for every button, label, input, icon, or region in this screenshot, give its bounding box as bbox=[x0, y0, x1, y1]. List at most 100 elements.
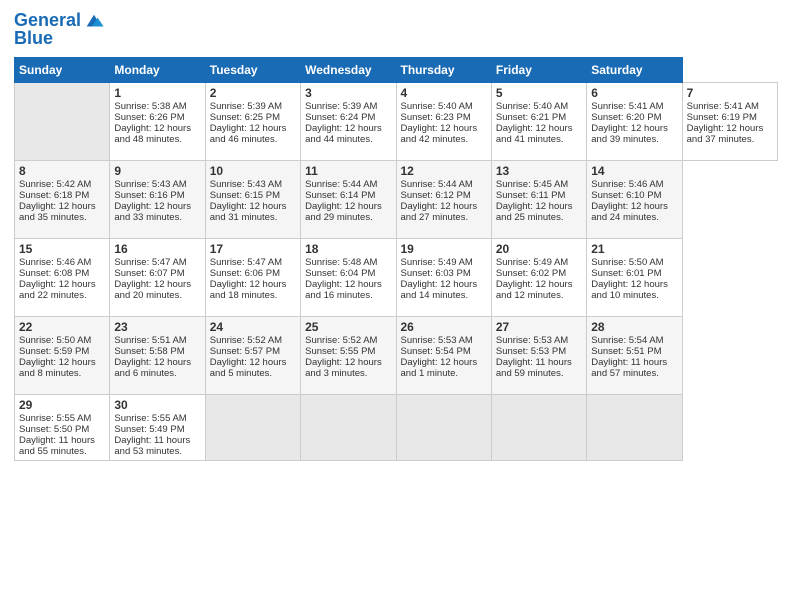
day-number: 25 bbox=[305, 320, 391, 334]
cell-text: Sunset: 6:14 PM bbox=[305, 190, 391, 201]
day-number: 23 bbox=[114, 320, 200, 334]
cell-text: and 1 minute. bbox=[401, 368, 487, 379]
cell-text: Sunset: 5:59 PM bbox=[19, 346, 105, 357]
cell-text: Daylight: 12 hours bbox=[401, 357, 487, 368]
cell-text: Sunrise: 5:52 AM bbox=[210, 335, 296, 346]
cell-text: and 57 minutes. bbox=[591, 368, 677, 379]
cell-text: Sunrise: 5:45 AM bbox=[496, 179, 582, 190]
cell-text: Sunrise: 5:44 AM bbox=[401, 179, 487, 190]
cell-text: Sunrise: 5:43 AM bbox=[114, 179, 200, 190]
cell-text: Sunrise: 5:54 AM bbox=[591, 335, 677, 346]
cell-text: Sunrise: 5:47 AM bbox=[114, 257, 200, 268]
calendar-cell: 18Sunrise: 5:48 AMSunset: 6:04 PMDayligh… bbox=[301, 239, 396, 317]
cell-text: Sunset: 5:54 PM bbox=[401, 346, 487, 357]
cell-text: Daylight: 12 hours bbox=[305, 201, 391, 212]
cell-text: Sunset: 6:16 PM bbox=[114, 190, 200, 201]
calendar-day-header: Saturday bbox=[587, 58, 682, 83]
cell-text: and 22 minutes. bbox=[19, 290, 105, 301]
cell-text: Sunset: 6:10 PM bbox=[591, 190, 677, 201]
cell-text: Sunset: 6:01 PM bbox=[591, 268, 677, 279]
cell-text: Daylight: 11 hours bbox=[496, 357, 582, 368]
cell-text: Sunrise: 5:50 AM bbox=[591, 257, 677, 268]
cell-text: and 8 minutes. bbox=[19, 368, 105, 379]
cell-text: Daylight: 12 hours bbox=[401, 123, 487, 134]
cell-text: Sunrise: 5:48 AM bbox=[305, 257, 391, 268]
cell-text: Sunrise: 5:50 AM bbox=[19, 335, 105, 346]
day-number: 29 bbox=[19, 398, 105, 412]
cell-text: and 16 minutes. bbox=[305, 290, 391, 301]
cell-text: Sunrise: 5:51 AM bbox=[114, 335, 200, 346]
calendar-week-row: 22Sunrise: 5:50 AMSunset: 5:59 PMDayligh… bbox=[15, 317, 778, 395]
day-number: 6 bbox=[591, 86, 677, 100]
cell-text: Daylight: 12 hours bbox=[591, 123, 677, 134]
cell-text: Daylight: 12 hours bbox=[114, 201, 200, 212]
calendar-cell: 27Sunrise: 5:53 AMSunset: 5:53 PMDayligh… bbox=[491, 317, 586, 395]
cell-text: Daylight: 12 hours bbox=[305, 123, 391, 134]
cell-text: Sunset: 6:07 PM bbox=[114, 268, 200, 279]
cell-text: Sunrise: 5:40 AM bbox=[401, 101, 487, 112]
cell-text: Sunset: 5:53 PM bbox=[496, 346, 582, 357]
cell-text: Sunrise: 5:43 AM bbox=[210, 179, 296, 190]
cell-text: Sunset: 6:15 PM bbox=[210, 190, 296, 201]
cell-text: Daylight: 12 hours bbox=[305, 279, 391, 290]
cell-text: and 29 minutes. bbox=[305, 212, 391, 223]
calendar-day-header: Thursday bbox=[396, 58, 491, 83]
day-number: 22 bbox=[19, 320, 105, 334]
cell-text: Sunrise: 5:55 AM bbox=[114, 413, 200, 424]
cell-text: and 39 minutes. bbox=[591, 134, 677, 145]
cell-text: and 37 minutes. bbox=[687, 134, 773, 145]
cell-text: and 5 minutes. bbox=[210, 368, 296, 379]
cell-text: Sunrise: 5:53 AM bbox=[496, 335, 582, 346]
cell-text: Daylight: 12 hours bbox=[591, 279, 677, 290]
cell-text: Sunset: 6:25 PM bbox=[210, 112, 296, 123]
cell-text: and 44 minutes. bbox=[305, 134, 391, 145]
calendar-cell: 2Sunrise: 5:39 AMSunset: 6:25 PMDaylight… bbox=[205, 83, 300, 161]
cell-text: and 53 minutes. bbox=[114, 446, 200, 457]
calendar-cell: 26Sunrise: 5:53 AMSunset: 5:54 PMDayligh… bbox=[396, 317, 491, 395]
cell-text: and 31 minutes. bbox=[210, 212, 296, 223]
day-number: 17 bbox=[210, 242, 296, 256]
cell-text: and 48 minutes. bbox=[114, 134, 200, 145]
cell-text: and 55 minutes. bbox=[19, 446, 105, 457]
cell-text: and 24 minutes. bbox=[591, 212, 677, 223]
cell-text: Sunset: 6:04 PM bbox=[305, 268, 391, 279]
day-number: 16 bbox=[114, 242, 200, 256]
day-number: 8 bbox=[19, 164, 105, 178]
day-number: 24 bbox=[210, 320, 296, 334]
calendar-cell bbox=[15, 83, 110, 161]
day-number: 9 bbox=[114, 164, 200, 178]
calendar-cell: 21Sunrise: 5:50 AMSunset: 6:01 PMDayligh… bbox=[587, 239, 682, 317]
cell-text: Sunset: 5:49 PM bbox=[114, 424, 200, 435]
cell-text: Daylight: 12 hours bbox=[210, 201, 296, 212]
calendar-day-header: Friday bbox=[491, 58, 586, 83]
calendar-day-header: Sunday bbox=[15, 58, 110, 83]
day-number: 5 bbox=[496, 86, 582, 100]
calendar-cell: 24Sunrise: 5:52 AMSunset: 5:57 PMDayligh… bbox=[205, 317, 300, 395]
cell-text: Sunrise: 5:49 AM bbox=[496, 257, 582, 268]
cell-text: Sunrise: 5:46 AM bbox=[591, 179, 677, 190]
cell-text: Daylight: 12 hours bbox=[305, 357, 391, 368]
cell-text: Daylight: 12 hours bbox=[19, 357, 105, 368]
calendar-cell bbox=[587, 395, 682, 461]
cell-text: and 25 minutes. bbox=[496, 212, 582, 223]
calendar-cell: 3Sunrise: 5:39 AMSunset: 6:24 PMDaylight… bbox=[301, 83, 396, 161]
cell-text: Sunset: 5:51 PM bbox=[591, 346, 677, 357]
day-number: 27 bbox=[496, 320, 582, 334]
cell-text: Sunrise: 5:49 AM bbox=[401, 257, 487, 268]
calendar-cell: 4Sunrise: 5:40 AMSunset: 6:23 PMDaylight… bbox=[396, 83, 491, 161]
calendar-cell: 7Sunrise: 5:41 AMSunset: 6:19 PMDaylight… bbox=[682, 83, 777, 161]
day-number: 2 bbox=[210, 86, 296, 100]
cell-text: Sunrise: 5:38 AM bbox=[114, 101, 200, 112]
calendar-day-header: Monday bbox=[110, 58, 205, 83]
calendar-cell: 9Sunrise: 5:43 AMSunset: 6:16 PMDaylight… bbox=[110, 161, 205, 239]
calendar-cell: 28Sunrise: 5:54 AMSunset: 5:51 PMDayligh… bbox=[587, 317, 682, 395]
cell-text: Sunset: 5:57 PM bbox=[210, 346, 296, 357]
cell-text: Sunrise: 5:44 AM bbox=[305, 179, 391, 190]
cell-text: Daylight: 12 hours bbox=[496, 123, 582, 134]
day-number: 10 bbox=[210, 164, 296, 178]
cell-text: Sunset: 5:50 PM bbox=[19, 424, 105, 435]
calendar-cell bbox=[205, 395, 300, 461]
calendar-cell: 12Sunrise: 5:44 AMSunset: 6:12 PMDayligh… bbox=[396, 161, 491, 239]
cell-text: and 12 minutes. bbox=[496, 290, 582, 301]
calendar-day-header: Tuesday bbox=[205, 58, 300, 83]
